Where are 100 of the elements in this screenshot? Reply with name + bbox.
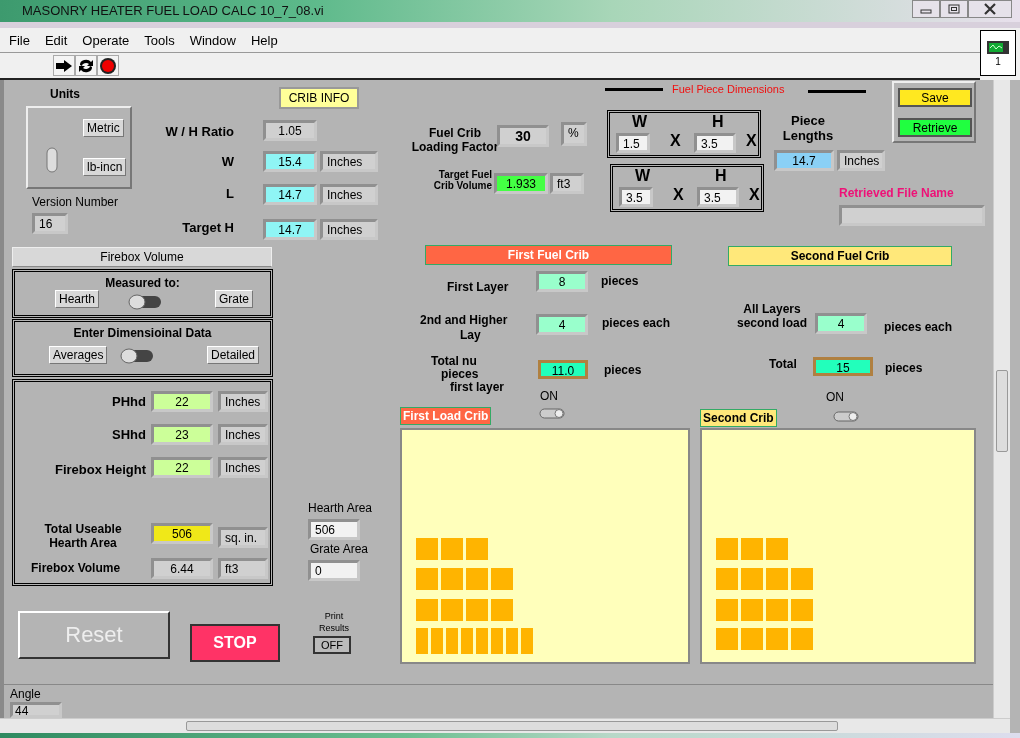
switch-label: ON [826, 390, 844, 404]
width-field[interactable]: 3.5 [619, 187, 653, 207]
menu-item[interactable]: Edit [44, 32, 68, 48]
firebox-volume-field: 6.44 [151, 558, 213, 579]
unit-field: Inches [218, 457, 268, 478]
unit-field: ft3 [218, 558, 268, 579]
total-field: 15 [813, 357, 873, 376]
dimension-label: Firebox Height [55, 462, 146, 477]
unit-field: % [561, 122, 587, 146]
layer-label: First Layer [447, 280, 509, 294]
option-label: Hearth [55, 290, 100, 308]
unit-label: pieces each [884, 320, 953, 334]
pieces-field[interactable]: 4 [815, 313, 867, 334]
dimension-label: W [221, 154, 234, 169]
vertical-scrollbar[interactable] [993, 80, 1010, 718]
unit-field: Inches [218, 391, 268, 412]
menu-item[interactable]: Help [250, 32, 278, 48]
target-volume-field: 1.933 [494, 173, 548, 194]
vi-icon: 1 [980, 30, 1016, 76]
stop-button[interactable]: STOP [190, 624, 280, 662]
unit-label: pieces [604, 363, 642, 377]
dimension-field[interactable]: 23 [151, 424, 213, 445]
unit-field: ft3 [550, 173, 584, 194]
hearth-area-field: 506 [308, 519, 360, 540]
maximize-button[interactable] [940, 0, 968, 18]
toggle-switch[interactable] [538, 406, 566, 422]
section-title: Second Fuel Crib [728, 246, 952, 266]
version-field: 16 [32, 213, 68, 234]
switch-label: ON [540, 389, 558, 403]
height-label: H [712, 113, 724, 131]
unit-field: sq. in. [218, 527, 268, 548]
height-field[interactable]: 3.5 [697, 187, 739, 207]
dimension-field[interactable]: 22 [151, 391, 213, 412]
menu-item[interactable]: Window [189, 32, 236, 48]
plot-label: Second Crib [700, 409, 777, 427]
unit-field: Inches [320, 184, 378, 205]
grate-area-label: Grate Area [310, 542, 369, 556]
times-sign: X [746, 132, 757, 150]
run-continuously-icon[interactable] [75, 55, 97, 76]
menu-item[interactable]: File [9, 32, 30, 48]
unit-field: Inches [320, 151, 378, 172]
retrieved-file-label: Retrieved File Name [839, 186, 954, 200]
crib-info-button[interactable]: CRIB INFO [279, 87, 359, 109]
dimension-label: PHhd [112, 394, 146, 409]
angle-label: Angle [10, 687, 41, 701]
layer-label: All Layers second load [736, 302, 808, 330]
angle-field[interactable]: 44 [10, 702, 62, 718]
total-label: Total [769, 357, 797, 371]
loading-factor-label: Fuel Crib Loading Factor [410, 126, 500, 154]
print-toggle-button[interactable]: OFF [313, 636, 351, 654]
version-label: Version Number [32, 195, 119, 209]
units-label: Units [50, 87, 80, 101]
print-results-label: Print Results [318, 610, 350, 634]
piece-lengths-field: 14.7 [774, 150, 834, 171]
height-field[interactable]: 3.5 [694, 133, 736, 153]
width-label: W [632, 113, 648, 131]
section-title: Fuel Piece Dimensions [672, 83, 785, 95]
ratio-field: 1.05 [263, 120, 317, 141]
pieces-field[interactable]: 4 [536, 314, 588, 335]
hearth-area-label: Hearth Area [308, 501, 373, 515]
times-sign: X [673, 186, 684, 204]
abort-stop-icon[interactable] [97, 55, 119, 76]
dimension-field[interactable]: 22 [151, 457, 213, 478]
menu-item[interactable]: Operate [82, 32, 130, 48]
piece-lengths-label: Piece Lengths [781, 113, 835, 143]
section-title: First Fuel Crib [425, 245, 672, 265]
dimension-label: L [226, 186, 234, 201]
dimension-field[interactable]: 14.7 [263, 184, 317, 205]
target-volume-label: Target Fuel Crib Volume [432, 169, 492, 191]
window-title: MASONRY HEATER FUEL LOAD CALC 10_7_08.vi [21, 2, 324, 18]
dimension-field[interactable]: 15.4 [263, 151, 317, 172]
toggle-label: Enter Dimensioinal Data [72, 326, 213, 340]
unit-field: Inches [320, 219, 378, 240]
grate-area-field: 0 [308, 560, 360, 581]
times-sign: X [670, 132, 681, 150]
ratio-label: W / H Ratio [165, 124, 234, 139]
close-button[interactable] [968, 0, 1012, 18]
times-sign: X [749, 186, 760, 204]
file-button[interactable]: Save [898, 88, 972, 107]
loading-factor-field[interactable]: 30 [497, 125, 549, 147]
option-label: Averages [49, 346, 108, 364]
option-label: Grate [215, 290, 253, 308]
option-label: Detailed [207, 346, 260, 364]
width-field[interactable]: 1.5 [616, 133, 650, 153]
layer-label: Lay [460, 328, 481, 342]
total-label: Total nu [431, 354, 477, 368]
file-button[interactable]: Retrieve [898, 118, 972, 137]
pieces-field[interactable]: 8 [536, 271, 588, 292]
width-label: W [635, 167, 651, 185]
unit-label: pieces each [602, 316, 671, 330]
total-label: pieces [441, 367, 479, 381]
hearth-area-field: 506 [151, 523, 213, 544]
toggle-switch[interactable] [832, 409, 860, 425]
dimension-label: SHhd [112, 427, 146, 442]
horizontal-scrollbar[interactable] [0, 718, 1010, 733]
toggle-label: Measured to: [104, 276, 181, 290]
dimension-field[interactable]: 14.7 [263, 219, 317, 240]
unit-field: Inches [837, 150, 885, 171]
metric-label: Metric [83, 119, 124, 137]
menu-item[interactable]: Tools [144, 32, 175, 48]
